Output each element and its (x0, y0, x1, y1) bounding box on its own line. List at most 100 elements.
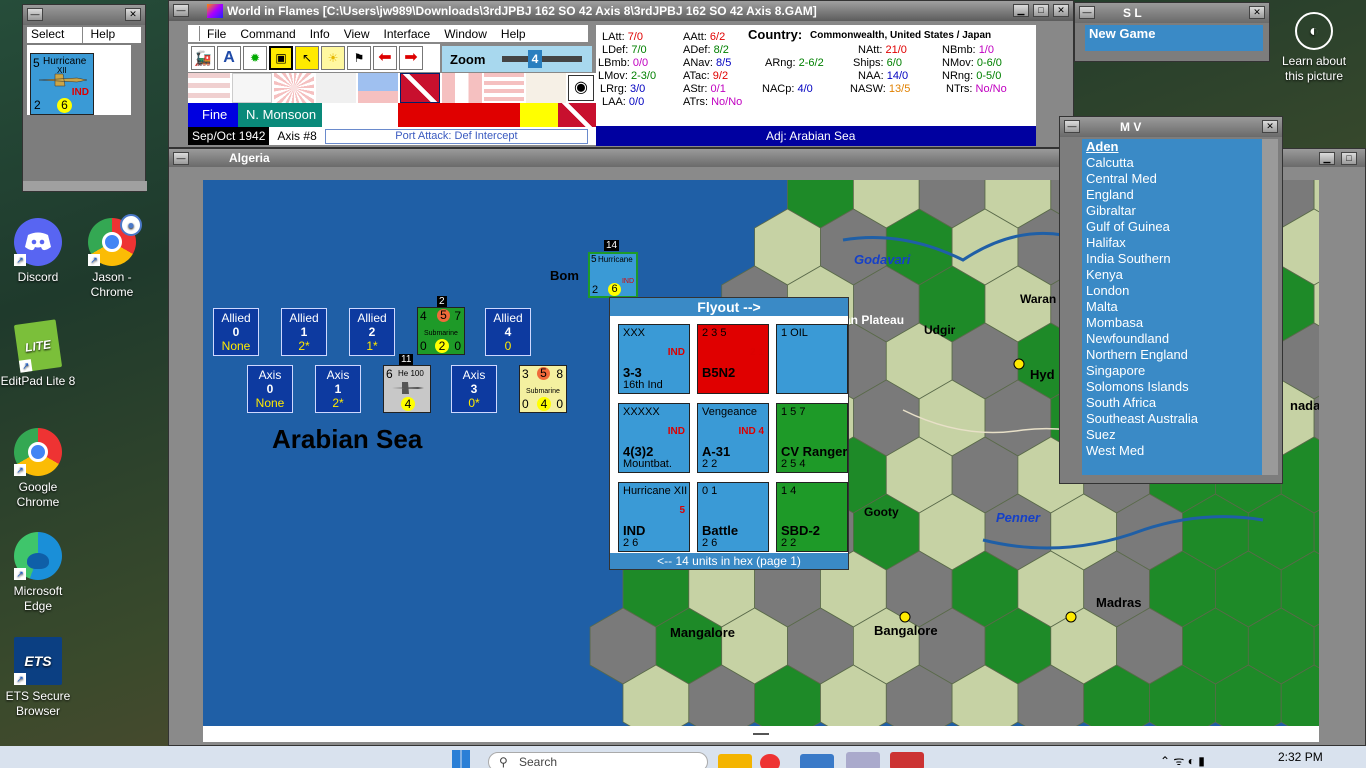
clock[interactable]: 2:32 PM (1278, 750, 1323, 764)
mv-list-item[interactable]: Kenya (1082, 267, 1262, 283)
mv-list-item[interactable]: Gibraltar (1082, 203, 1262, 219)
menu-info[interactable]: Info (303, 27, 337, 41)
mv-list-item[interactable]: Mombasa (1082, 315, 1262, 331)
bombay-hurricane-counter[interactable]: 5 Hurricane IND 2 6 (588, 252, 638, 298)
flyout-unit-1[interactable]: 2 3 5 B5N2 2 1 (697, 324, 769, 394)
mv-scrollbar[interactable] (1262, 139, 1278, 475)
file-explorer-icon[interactable] (718, 754, 752, 768)
mv-list-item[interactable]: Halifax (1082, 235, 1262, 251)
minimize-icon[interactable]: ▁ (1319, 152, 1335, 165)
taskbar-search[interactable]: ⚲ Search (488, 752, 708, 768)
menu-window[interactable]: Window (437, 27, 494, 41)
mv-titlebar[interactable]: M V (1060, 117, 1282, 137)
force-box-1[interactable]: Allied 1 2* (281, 308, 327, 356)
mv-list-item[interactable]: West Med (1082, 443, 1262, 459)
flyout-unit-7[interactable]: 0 1 Battle 2 6 (697, 482, 769, 552)
arrow-right-icon[interactable]: ➡ (399, 46, 423, 70)
sun-icon[interactable]: ☀ (321, 46, 345, 70)
flyout-unit-5[interactable]: 1 5 7 CV Ranger 2 5 4 (776, 403, 848, 473)
nation-flag[interactable] (526, 73, 566, 103)
desktop-icon-google-chrome[interactable]: ↗ Google Chrome (0, 428, 76, 510)
uk-flag[interactable] (558, 103, 596, 127)
mv-list-item[interactable]: Solomons Islands (1082, 379, 1262, 395)
sl-titlebar[interactable]: S L (1075, 3, 1269, 23)
map-hscroll[interactable] (203, 726, 1319, 742)
zoom-slider[interactable]: 4 (502, 50, 582, 68)
close-icon[interactable]: ✕ (125, 8, 141, 21)
force-box-6[interactable]: Axis 3 0* (451, 365, 497, 413)
desktop-icon-jason-chrome[interactable]: ● ↗ Jason - Chrome (74, 214, 150, 300)
mv-list-item[interactable]: Singapore (1082, 363, 1262, 379)
flyout-unit-6[interactable]: Hurricane XII IND 2 6 5 (618, 482, 690, 552)
menu-file[interactable]: File (200, 27, 233, 41)
gear-icon[interactable]: ✹ (243, 46, 267, 70)
flyout-unit-8[interactable]: 1 4 SBD-2 2 2 (776, 482, 848, 552)
hurricane-unit-counter[interactable]: 5 Hurricane XII IND 2 6 (30, 53, 94, 115)
wif-taskbar-icon[interactable] (890, 752, 924, 768)
train-icon[interactable]: 🚂 (191, 46, 215, 70)
close-icon[interactable]: ✕ (1249, 6, 1265, 19)
flyout-footer[interactable]: <-- 14 units in hex (page 1) (610, 553, 848, 569)
zoom-thumb[interactable]: 4 (528, 50, 542, 68)
main-titlebar[interactable]: World in Flames [C:\Users\jw989\Download… (169, 1, 1073, 21)
tab-help[interactable]: Help (83, 27, 142, 43)
close-icon[interactable]: ✕ (1262, 120, 1278, 133)
nation-flag[interactable] (484, 73, 524, 103)
desktop-icon-ets-browser[interactable]: ETS ↗ ETS Secure Browser (0, 637, 76, 719)
force-box-5[interactable]: Axis 1 2* (315, 365, 361, 413)
nation-flag[interactable] (232, 73, 272, 103)
chrome-taskbar-icon[interactable] (760, 754, 780, 768)
system-menu-button[interactable]: — (173, 4, 189, 17)
mv-list-item[interactable]: Northern England (1082, 347, 1262, 363)
mv-list-item[interactable]: London (1082, 283, 1262, 299)
globe-icon[interactable]: ◉ (568, 75, 594, 101)
system-menu-button[interactable]: — (1079, 6, 1095, 19)
menu-interface[interactable]: Interface (377, 27, 438, 41)
submarine-axis-counter[interactable]: 358 Submarine 040 (519, 365, 567, 413)
tab-select[interactable]: Select (27, 27, 83, 43)
mv-list-item[interactable]: Suez (1082, 427, 1262, 443)
grid-toggle-icon[interactable]: ▣ (269, 46, 293, 70)
system-menu-button[interactable]: — (1064, 120, 1080, 133)
uk-flag[interactable] (400, 73, 440, 103)
flyout-unit-0[interactable]: XXX 3-3 16th Ind IND (618, 324, 690, 394)
new-game-item[interactable]: New Game (1085, 26, 1155, 41)
minimize-icon[interactable]: ▁ (1013, 4, 1029, 17)
mv-list-item[interactable]: England (1082, 187, 1262, 203)
flyout-unit-4[interactable]: Vengeance A-31 2 2 IND 4 (697, 403, 769, 473)
menu-view[interactable]: View (337, 27, 377, 41)
flyout-unit-2[interactable]: 1 OIL (776, 324, 848, 394)
arrow-left-icon[interactable]: ⬅ (373, 46, 397, 70)
system-menu-button[interactable]: — (27, 8, 43, 21)
nation-flag[interactable] (188, 73, 230, 103)
desktop-icon-editpad[interactable]: LITE ↗ EditPad Lite 8 (0, 319, 76, 389)
flyout-unit-3[interactable]: XXXXX 4(3)2 Mountbat. IND (618, 403, 690, 473)
force-box-2[interactable]: Allied 2 1* (349, 308, 395, 356)
start-icon[interactable] (452, 750, 470, 768)
maximize-icon[interactable]: □ (1341, 152, 1357, 165)
mv-list-item[interactable]: Central Med (1082, 171, 1262, 187)
taskbar-app-icon[interactable] (846, 752, 880, 768)
mv-list-item[interactable]: South Africa (1082, 395, 1262, 411)
learn-about-picture[interactable]: ◐ Learn about this picture (1276, 12, 1352, 84)
mv-list-item[interactable]: Malta (1082, 299, 1262, 315)
text-a-icon[interactable]: A (217, 46, 241, 70)
mv-list-item[interactable]: Aden (1082, 139, 1262, 155)
mv-list-item[interactable]: Newfoundland (1082, 331, 1262, 347)
taskbar-app-icon[interactable] (800, 754, 834, 768)
nation-flag[interactable] (358, 73, 398, 103)
he100-unit-counter[interactable]: 6 He 100 4 (383, 365, 431, 413)
menu-command[interactable]: Command (233, 27, 302, 41)
mv-list-item[interactable]: Gulf of Guinea (1082, 219, 1262, 235)
mv-list-item[interactable]: Calcutta (1082, 155, 1262, 171)
mv-list-item[interactable]: India Southern (1082, 251, 1262, 267)
submarine-unit-counter[interactable]: 457 Submarine 020 (417, 307, 465, 355)
system-menu-button[interactable]: — (173, 152, 189, 165)
flag-icon[interactable]: ⚑ (347, 46, 371, 70)
tray-icons[interactable]: ⌃ ᯤ ◐ ▮ (1160, 752, 1205, 768)
flyout-header[interactable]: Flyout --> (610, 298, 848, 316)
force-box-3[interactable]: Allied 4 0 (485, 308, 531, 356)
desktop-icon-microsoft-edge[interactable]: ↗ Microsoft Edge (0, 532, 76, 614)
select-arrow-icon[interactable]: ↖ (295, 46, 319, 70)
menu-help[interactable]: Help (494, 27, 533, 41)
